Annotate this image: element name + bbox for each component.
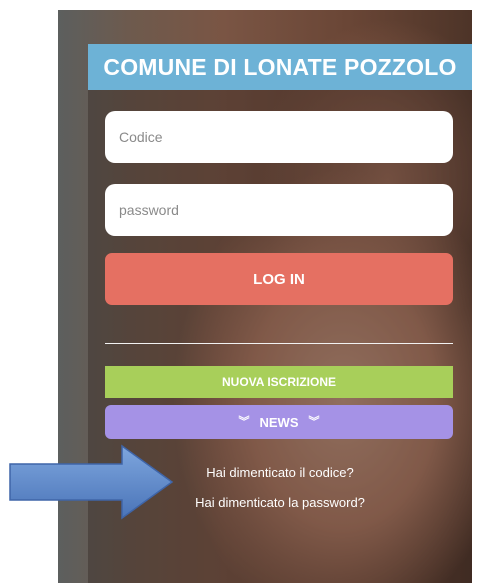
divider	[105, 343, 453, 344]
forgot-password-link[interactable]: Hai dimenticato la password?	[150, 495, 410, 510]
login-button[interactable]: LOG IN	[105, 253, 453, 305]
news-label: NEWS	[259, 414, 299, 430]
new-registration-button[interactable]: NUOVA ISCRIZIONE	[105, 366, 453, 398]
right-arrow-icon	[9, 444, 174, 520]
page-title: COMUNE DI LONATE POZZOLO	[103, 53, 457, 80]
double-chevron-down-icon: ︾	[238, 415, 250, 428]
double-chevron-down-icon: ︾	[308, 415, 320, 428]
code-input[interactable]	[105, 111, 453, 163]
password-input[interactable]	[105, 184, 453, 236]
forgot-code-link[interactable]: Hai dimenticato il codice?	[150, 465, 410, 480]
news-button[interactable]: ︾ NEWS ︾	[105, 405, 453, 439]
panel-header: COMUNE DI LONATE POZZOLO	[88, 44, 472, 90]
